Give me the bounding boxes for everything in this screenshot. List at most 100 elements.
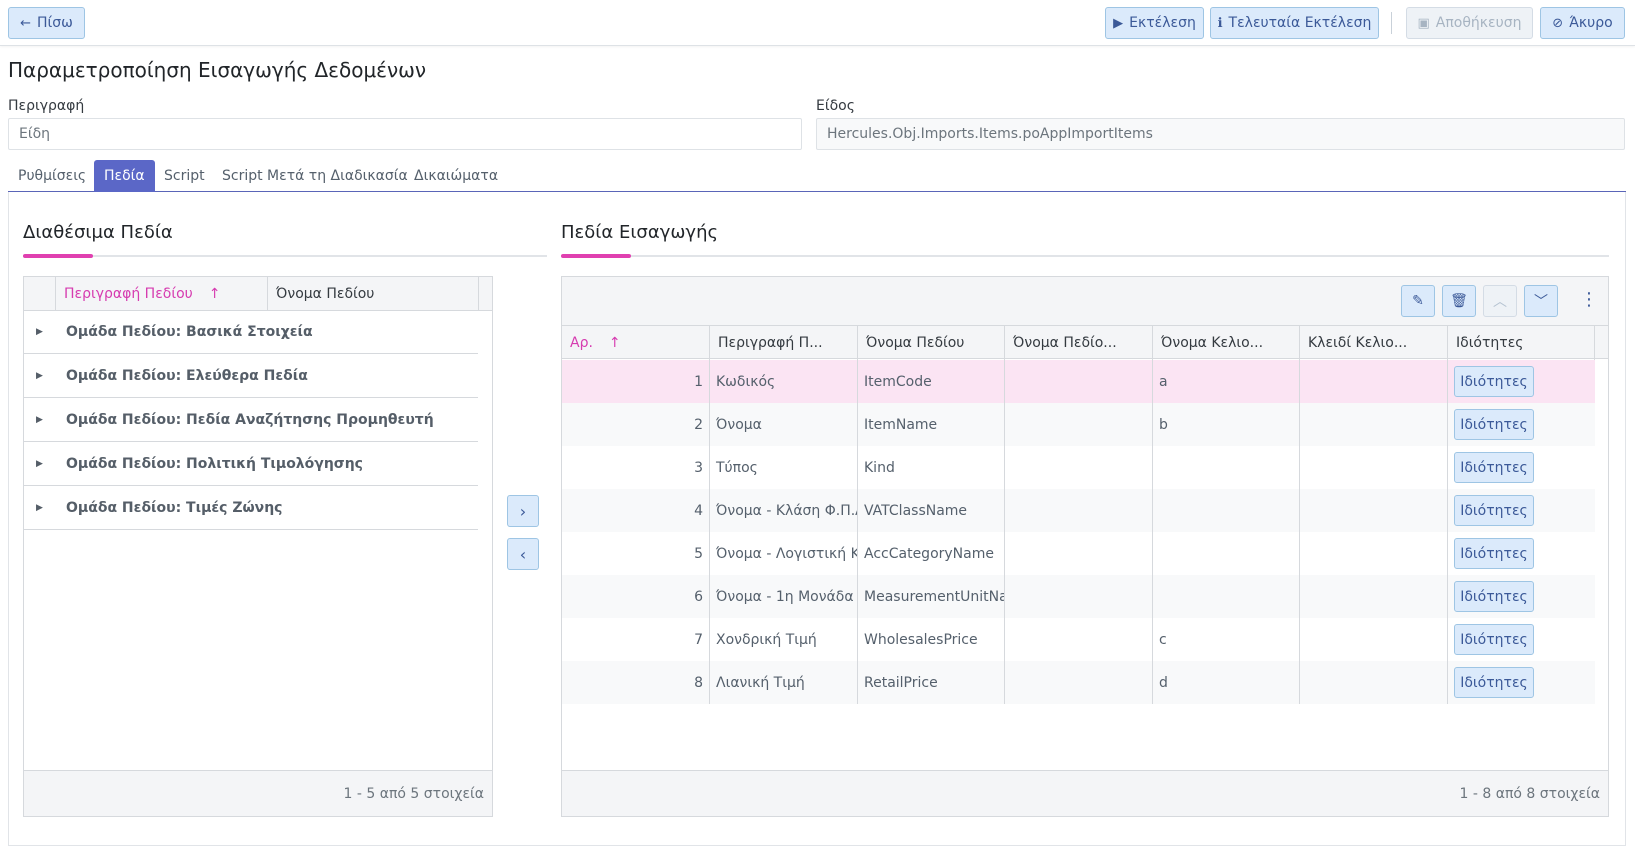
cell-key — [1300, 532, 1448, 575]
column-header-description[interactable]: Περιγραφή Πεδίου ↑ — [56, 277, 268, 311]
cell-no: 1 — [562, 360, 710, 403]
more-options-icon[interactable]: ⋮ — [1580, 289, 1598, 310]
cell-name: VATClassName — [858, 489, 1005, 532]
available-title-underline — [23, 255, 547, 257]
table-row[interactable]: 4 Όνομα - Κλάση Φ.Π.Α. VATClassName Ιδιότητ… — [562, 489, 1595, 532]
run-button[interactable]: ▶ Εκτέλεση — [1105, 7, 1204, 39]
move-down-button[interactable]: ﹀ — [1524, 285, 1558, 317]
description-label: Περιγραφή — [8, 98, 85, 114]
group-row-basic[interactable]: ▶ Ομάδα Πεδίου: Βασικά Στοιχεία — [24, 311, 478, 354]
caret-right-icon: ▶ — [36, 503, 43, 513]
scrollbar-header-gap — [1595, 326, 1608, 360]
cell-no: 5 — [562, 532, 710, 575]
cell-key — [1300, 360, 1448, 403]
column-header-field-name[interactable]: Όνομα Πεδίου — [858, 326, 1005, 360]
tab-fields[interactable]: Πεδία — [94, 160, 155, 192]
table-row[interactable]: 1 Κωδικός ItemCode a Ιδιότητες — [562, 360, 1595, 403]
cell-desc: Κωδικός — [710, 360, 858, 403]
grid-header: Περιγραφή Πεδίου ↑ Όνομα Πεδίου — [24, 277, 492, 311]
group-row-zone-prices[interactable]: ▶ Ομάδα Πεδίου: Τιμές Ζώνης — [24, 487, 478, 530]
cell-no: 2 — [562, 403, 710, 446]
cell-key — [1300, 575, 1448, 618]
cell-properties: Ιδιότητες — [1448, 360, 1595, 403]
column-header-field-name-2[interactable]: Όνομα Πεδίο... — [1005, 326, 1153, 360]
column-header-cell-name[interactable]: Όνομα Κελιο... — [1153, 326, 1300, 360]
tab-permissions[interactable]: Δικαιώματα — [404, 160, 508, 192]
tab-settings[interactable]: Ρυθμίσεις — [8, 160, 96, 192]
table-row[interactable]: 6Όνομα - 1η Μονάδα ΜέτρησηςMeasurementUn… — [562, 575, 1595, 618]
available-title-accent — [23, 254, 93, 258]
group-row-free-fields[interactable]: ▶ Ομάδα Πεδίου: Ελεύθερα Πεδία — [24, 355, 478, 398]
cell-desc: Όνομα - Λογιστική Κατηγορία — [710, 532, 858, 575]
tab-bar: Ρυθμίσεις Πεδία Script Script Μετά τη Δι… — [8, 160, 1626, 192]
cell-name2 — [1005, 489, 1153, 532]
chevron-up-icon: ︿ — [1493, 294, 1507, 310]
properties-button[interactable]: Ιδιότητες — [1454, 667, 1534, 698]
tab-post-script[interactable]: Script Μετά τη Διαδικασία — [212, 160, 418, 192]
cell-desc: Χονδρική Τιμή — [710, 618, 858, 661]
type-label: Είδος — [816, 98, 855, 114]
cell-no: 3 — [562, 446, 710, 489]
table-row[interactable]: 2 Όνομα ItemName b Ιδιότητες — [562, 403, 1595, 446]
cell-name2 — [1005, 661, 1153, 704]
table-row[interactable]: 3 Τύπος Kind Ιδιότητες — [562, 446, 1595, 489]
properties-button[interactable]: Ιδιότητες — [1454, 581, 1534, 612]
cell-key — [1300, 446, 1448, 489]
save-icon: ▣ — [1417, 15, 1430, 31]
properties-button[interactable]: Ιδιότητες — [1454, 624, 1534, 655]
page-title: Παραμετροποίηση Εισαγωγής Δεδομένων — [8, 58, 427, 82]
sort-ascending-icon: ↑ — [208, 286, 221, 302]
caret-right-icon: ▶ — [36, 371, 43, 381]
description-field[interactable]: Είδη — [8, 118, 802, 150]
table-row[interactable]: 7 Χονδρική Τιμή WholesalesPrice c Ιδιότητες — [562, 618, 1595, 661]
properties-button[interactable]: Ιδιότητες — [1454, 452, 1534, 483]
properties-button[interactable]: Ιδιότητες — [1454, 366, 1534, 397]
save-button[interactable]: ▣ Αποθήκευση — [1406, 7, 1533, 39]
ban-icon: ⊘ — [1552, 15, 1564, 31]
properties-button[interactable]: Ιδιότητες — [1454, 409, 1534, 440]
cell-cell — [1153, 575, 1300, 618]
cell-cell: c — [1153, 618, 1300, 661]
cell-cell — [1153, 489, 1300, 532]
import-fields-title: Πεδία Εισαγωγής — [561, 222, 719, 243]
move-right-button[interactable]: › — [507, 495, 539, 527]
cell-properties: Ιδιότητες — [1448, 403, 1595, 446]
cell-name: ItemCode — [858, 360, 1005, 403]
import-fields-grid: ✎ 🗑 ︿ ﹀ ⋮ Αρ. ↑ Περιγραφή Π... Όνομα Πεδ… — [561, 276, 1609, 817]
table-row[interactable]: 8 Λιανική Τιμή RetailPrice d Ιδιότητες — [562, 661, 1595, 704]
cell-name2 — [1005, 446, 1153, 489]
delete-button[interactable]: 🗑 — [1442, 285, 1476, 317]
import-grid-pager: 1 - 8 από 8 στοιχεία — [562, 770, 1608, 816]
table-row[interactable]: 5Όνομα - Λογιστική ΚατηγορίαAccCategoryN… — [562, 532, 1595, 575]
last-run-button[interactable]: ℹ Τελευταία Εκτέλεση — [1210, 7, 1379, 39]
cell-key — [1300, 403, 1448, 446]
cell-desc: Όνομα - 1η Μονάδα Μέτρησης — [710, 575, 858, 618]
cell-name: MeasurementUnitName — [858, 575, 1005, 618]
tab-script[interactable]: Script — [154, 160, 215, 192]
cell-name: ItemName — [858, 403, 1005, 446]
cell-no: 6 — [562, 575, 710, 618]
move-left-button[interactable]: ‹ — [507, 538, 539, 570]
column-header-no[interactable]: Αρ. ↑ — [562, 326, 710, 360]
cell-name: AccCategoryName — [858, 532, 1005, 575]
cell-no: 7 — [562, 618, 710, 661]
column-header-properties[interactable]: Ιδιότητες — [1448, 326, 1595, 360]
back-button[interactable]: ← Πίσω — [8, 7, 85, 39]
properties-button[interactable]: Ιδιότητες — [1454, 538, 1534, 569]
group-row-supplier-lookup[interactable]: ▶ Ομάδα Πεδίου: Πεδία Αναζήτησης Προμηθε… — [24, 399, 478, 442]
group-row-pricing-policy[interactable]: ▶ Ομάδα Πεδίου: Πολιτική Τιμολόγησης — [24, 443, 478, 486]
import-title-accent — [561, 254, 631, 258]
type-field: Hercules.Obj.Imports.Items.poAppImportIt… — [816, 118, 1625, 150]
column-header-cell-key[interactable]: Κλειδί Κελιο... — [1300, 326, 1448, 360]
trash-icon: 🗑 — [1450, 293, 1468, 309]
column-header-description[interactable]: Περιγραφή Π... — [710, 326, 858, 360]
chevron-left-icon: ‹ — [519, 544, 527, 564]
cancel-button[interactable]: ⊘ Άκυρο — [1540, 7, 1625, 39]
top-toolbar: ← Πίσω ▶ Εκτέλεση ℹ Τελευταία Εκτέλεση ▣… — [0, 0, 1635, 46]
chevron-right-icon: › — [519, 501, 527, 521]
properties-button[interactable]: Ιδιότητες — [1454, 495, 1534, 526]
column-header-name[interactable]: Όνομα Πεδίου — [268, 277, 479, 311]
edit-button[interactable]: ✎ — [1401, 285, 1435, 317]
cell-properties: Ιδιότητες — [1448, 618, 1595, 661]
move-up-button[interactable]: ︿ — [1483, 285, 1517, 317]
